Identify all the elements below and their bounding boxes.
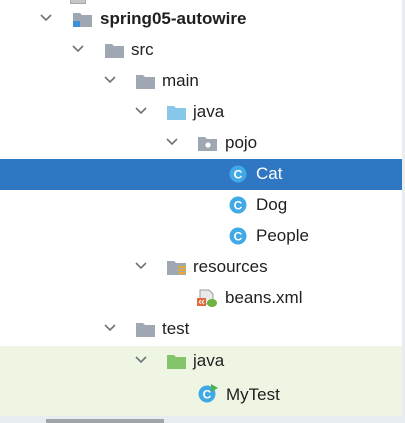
scrollbar-thumb[interactable]: [46, 419, 164, 423]
tree-row-main[interactable]: main: [0, 66, 405, 97]
tree-row-label: test: [162, 319, 190, 338]
package-icon: [197, 134, 217, 152]
spring-xml-icon: [197, 289, 217, 307]
svg-text:C: C: [234, 168, 243, 182]
svg-text:C: C: [234, 230, 243, 244]
tree-row-label: pojo: [225, 133, 258, 152]
folder-icon: [135, 72, 155, 90]
tree-row-people[interactable]: C People: [0, 221, 405, 252]
class-icon: C: [229, 165, 249, 183]
chevron-down-icon[interactable]: [40, 13, 52, 23]
class-icon: C: [229, 196, 249, 214]
tree-row-mytest[interactable]: C MyTest: [0, 377, 405, 416]
chevron-down-icon[interactable]: [135, 261, 147, 271]
module-folder-icon: [72, 10, 92, 28]
svg-text:C: C: [203, 388, 212, 402]
tree-row-resources[interactable]: resources: [0, 252, 405, 283]
tree-row-label: java: [193, 351, 225, 370]
tree-row-label: beans.xml: [225, 288, 303, 307]
tree-row-label: java: [193, 102, 225, 121]
chevron-down-icon[interactable]: [104, 323, 116, 333]
tree-row-label: resources: [193, 257, 268, 276]
chevron-down-icon[interactable]: [135, 106, 147, 116]
test-class-icon: C: [198, 384, 218, 403]
tree-row-test[interactable]: test: [0, 314, 405, 345]
tree-row-label: People: [256, 226, 309, 245]
source-folder-icon: [166, 103, 186, 121]
tree-row-label: Dog: [256, 195, 288, 214]
tree-row-beans-xml[interactable]: beans.xml: [0, 283, 405, 314]
chevron-down-icon[interactable]: [166, 137, 178, 147]
chevron-down-icon[interactable]: [135, 355, 147, 365]
folder-icon: [135, 320, 155, 338]
resources-folder-icon: [166, 258, 186, 276]
tree-row-src[interactable]: src: [0, 35, 405, 66]
test-source-folder-icon: [166, 352, 186, 370]
chevron-down-icon[interactable]: [104, 75, 116, 85]
tree-row-label: main: [162, 71, 199, 90]
tree-row-pojo[interactable]: pojo: [0, 128, 405, 159]
tree-row-test-java[interactable]: java: [0, 346, 405, 377]
tree-row-label: Cat: [256, 164, 283, 183]
tree-row-main-java[interactable]: java: [0, 97, 405, 128]
tree-row-cat[interactable]: C Cat: [0, 159, 405, 190]
tree-row-label: src: [131, 40, 154, 59]
class-icon: C: [229, 227, 249, 245]
tree-row-project[interactable]: spring05-autowire: [0, 4, 405, 35]
chevron-down-icon[interactable]: [72, 44, 84, 54]
svg-text:C: C: [234, 199, 243, 213]
tree-row-label: spring05-autowire: [100, 9, 247, 28]
tree-row-dog[interactable]: C Dog: [0, 190, 405, 221]
horizontal-scrollbar[interactable]: [0, 416, 405, 423]
project-tree[interactable]: spring05-autowire src main java pojo C C…: [0, 0, 405, 423]
tree-row-label: MyTest: [226, 385, 280, 404]
folder-icon: [104, 41, 124, 59]
scrolled-row-fragment: [0, 0, 405, 4]
